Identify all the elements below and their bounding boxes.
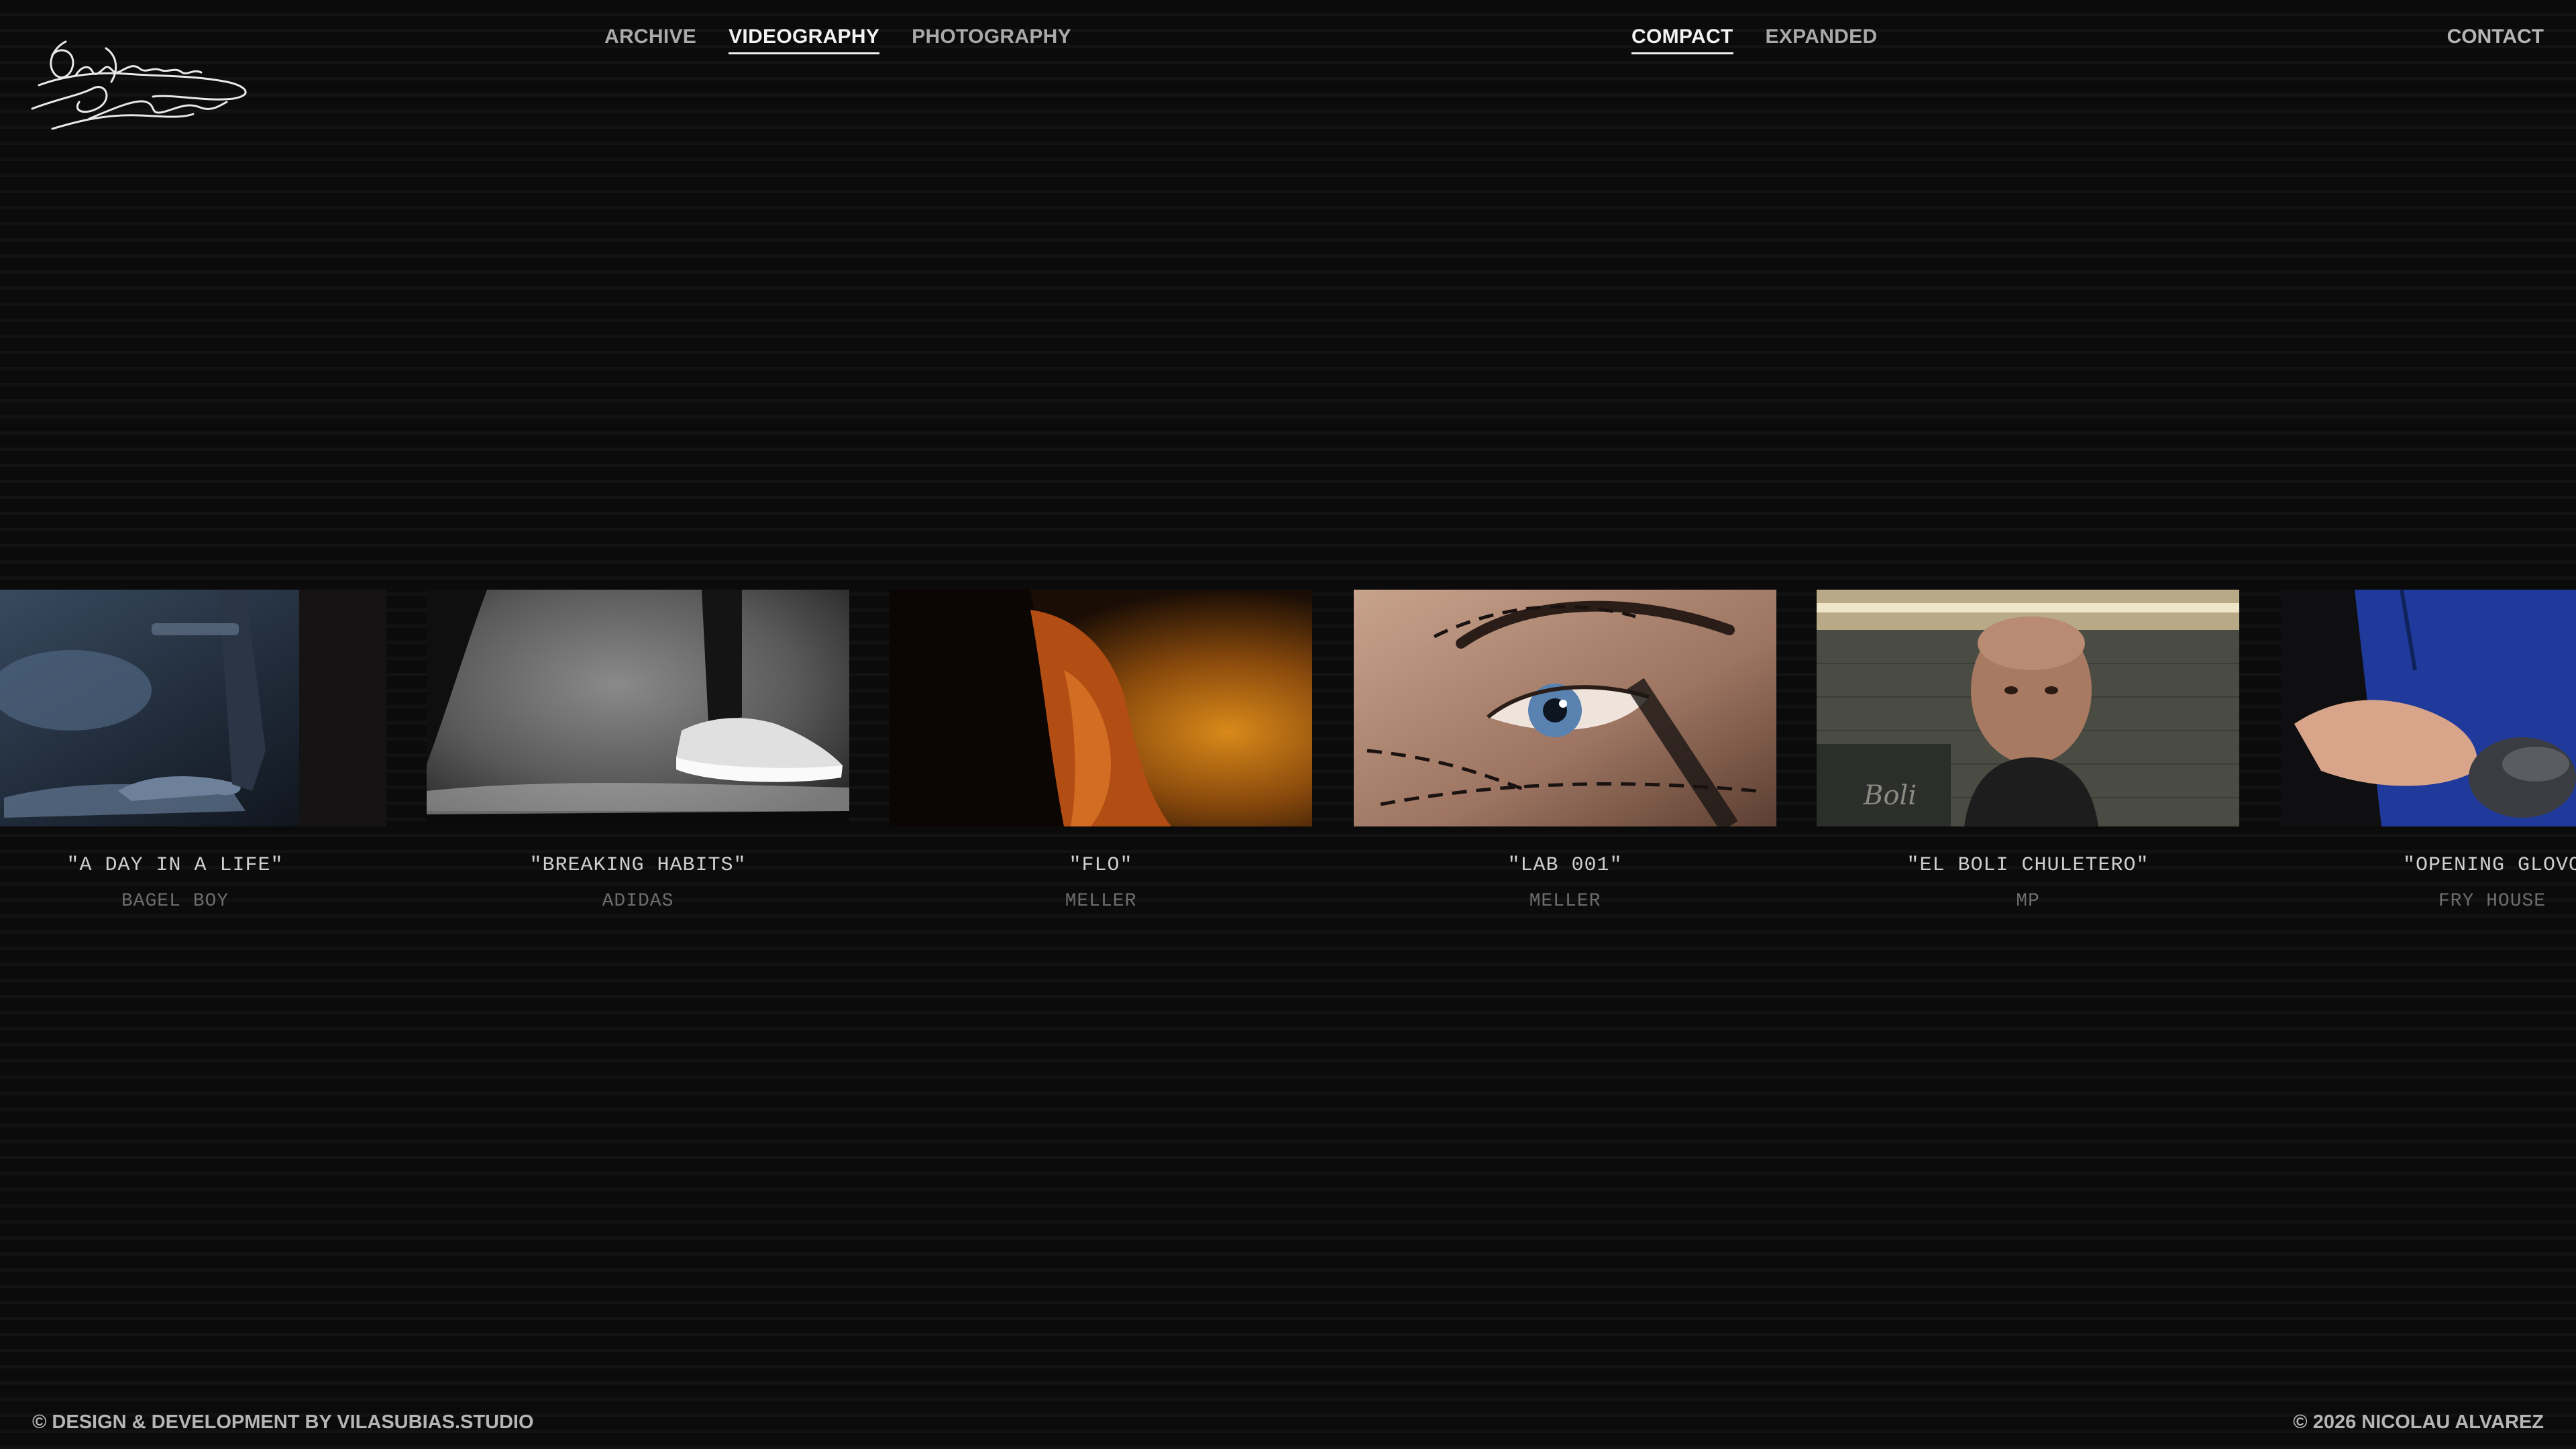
video-title: "OPENING GLOVO (2402, 854, 2576, 877)
video-thumbnail-el-boli-chuletero[interactable]: Boli (1817, 590, 2239, 826)
footer-copyright: © 2026 NICOLAU ALVAREZ (2293, 1411, 2544, 1433)
caption-breaking-habits[interactable]: "BREAKING HABITS" ADIDAS (407, 851, 869, 914)
main-navigation: ARCHIVE VIDEOGRAPHY PHOTOGRAPHY (604, 24, 1071, 54)
video-client: MP (2016, 891, 2040, 912)
thumbnail-image (1354, 590, 1776, 826)
footer-credits-link[interactable]: © DESIGN & DEVELOPMENT BY VILASUBIAS.STU… (32, 1410, 534, 1434)
video-title: "EL BOLI CHULETERO" (1907, 854, 2149, 877)
view-expanded-button[interactable]: EXPANDED (1766, 24, 1878, 54)
video-client: FRY HOUSE (2438, 891, 2546, 912)
contact-link[interactable]: CONTACT (2447, 24, 2544, 50)
video-client: ADIDAS (602, 891, 674, 912)
thumbnail-image (427, 590, 849, 826)
video-client: MELLER (1065, 891, 1137, 912)
nav-photography-link[interactable]: PHOTOGRAPHY (912, 24, 1071, 54)
video-thumbnail-breaking-habits[interactable] (427, 590, 849, 826)
svg-text:Boli: Boli (1863, 780, 1917, 811)
thumbnail-image: Boli (1817, 590, 2239, 826)
signature-logo-icon[interactable] (25, 35, 254, 132)
signature-logo-graphic (31, 40, 247, 130)
thumbnail-image (890, 590, 1312, 826)
video-thumbnail-flo[interactable] (890, 590, 1312, 826)
nav-archive-link[interactable]: ARCHIVE (604, 24, 696, 54)
video-thumbnail-lab-001[interactable] (1354, 590, 1776, 826)
video-thumbnail-opening-glovo[interactable] (2281, 590, 2576, 826)
thumbnail-image (2281, 590, 2576, 826)
video-title: "A DAY IN A LIFE" (66, 854, 284, 877)
video-client: MELLER (1529, 891, 1601, 912)
view-toggle: COMPACT EXPANDED (1631, 24, 1877, 54)
caption-flo[interactable]: "FLO" MELLER (869, 851, 1332, 914)
video-title: "LAB 001" (1507, 854, 1623, 877)
nav-videography-link[interactable]: VIDEOGRAPHY (729, 24, 880, 54)
caption-lab-001[interactable]: "LAB 001" MELLER (1334, 851, 1796, 914)
caption-opening-glovo[interactable]: "OPENING GLOVO FRY HOUSE (2261, 851, 2576, 914)
video-captions: "A DAY IN A LIFE" BAGEL BOY "BREAKING HA… (0, 851, 2576, 924)
video-thumbnail-a-day-in-a-life[interactable] (0, 590, 386, 826)
video-carousel[interactable]: Boli (0, 590, 2576, 831)
video-title: "BREAKING HABITS" (529, 854, 747, 877)
caption-el-boli-chuletero[interactable]: "EL BOLI CHULETERO" MP (1796, 851, 2259, 914)
video-title: "FLO" (1069, 854, 1133, 877)
thumbnail-image (0, 590, 386, 826)
view-compact-button[interactable]: COMPACT (1631, 24, 1733, 54)
video-client: BAGEL BOY (121, 891, 229, 912)
caption-a-day-in-a-life[interactable]: "A DAY IN A LIFE" BAGEL BOY (0, 851, 407, 914)
